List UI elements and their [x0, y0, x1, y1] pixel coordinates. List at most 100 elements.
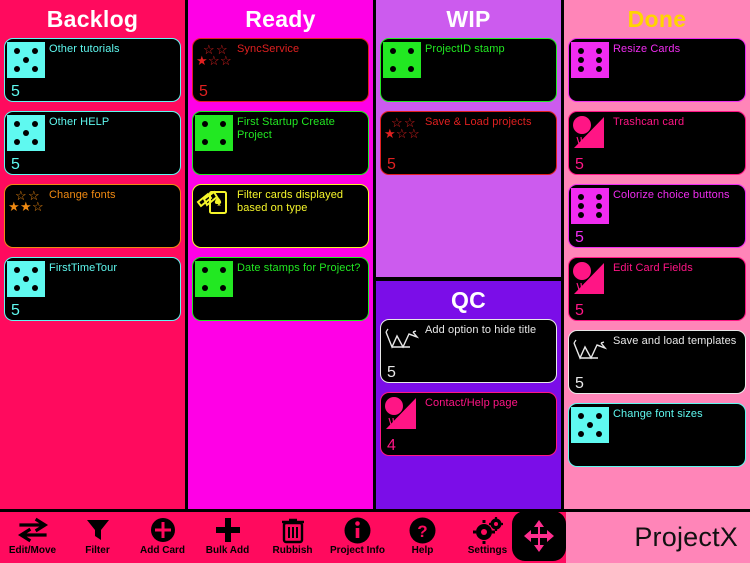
crown-icon	[571, 334, 609, 370]
card-title: ProjectID stamp	[425, 43, 505, 55]
column-ready[interactable]: Ready ☆ ☆ ★ ☆ ☆ SyncService 5 First Startup Crea…	[188, 0, 373, 509]
swap-arrows-icon	[17, 515, 49, 545]
kanban-card[interactable]: Trashcan card 5	[568, 111, 746, 175]
column-cards-qc: Add option to hide title 5 Contact/Help pa…	[376, 319, 561, 509]
card-title: Change font sizes	[613, 408, 703, 420]
trashcan-icon	[571, 115, 609, 151]
kanban-card[interactable]: ☆ ☆ ★ ★ ☆ Change fonts	[4, 184, 181, 248]
funnel-icon	[85, 515, 111, 545]
card-title: SyncService	[237, 43, 300, 55]
kanban-card[interactable]: Edit Card Fields 5	[568, 257, 746, 321]
column-cards-wip: ProjectID stamp ☆ ☆ ★ ☆ ☆ Save & Load projects…	[376, 38, 561, 277]
column-title-done: Done	[627, 5, 687, 32]
card-title: Trashcan card	[613, 116, 685, 128]
priority-stars-icon: ☆ ☆ ★ ★ ☆	[8, 188, 44, 214]
toolbar-label: Bulk Add	[205, 545, 250, 556]
card-title: FirstTimeTour	[49, 262, 118, 274]
svg-text:?: ?	[417, 522, 427, 541]
column-cards-ready: ☆ ☆ ★ ☆ ☆ SyncService 5 First Startup Create Pr…	[188, 38, 373, 509]
kanban-card[interactable]: Add option to hide title 5	[380, 319, 557, 383]
kanban-card[interactable]: ☆ ☆ ★ ☆ ☆ Save & Load projects 5	[380, 111, 557, 175]
plus-circle-icon	[150, 515, 176, 545]
kanban-card[interactable]: FirstTimeTour 5	[4, 257, 181, 321]
toolbar-button-bulk-add[interactable]: Bulk Add	[195, 512, 260, 563]
toolbar-label: Help	[411, 545, 434, 556]
kanban-card[interactable]: Other tutorials 5	[4, 38, 181, 102]
card-count: 5	[387, 364, 396, 381]
card-count: 5	[575, 156, 584, 173]
gears-icon	[472, 515, 503, 545]
toolbar-button-rubbish[interactable]: Rubbish	[260, 512, 325, 563]
card-title: Save & Load projects	[425, 116, 532, 128]
toolbar-button-add-card[interactable]: Add Card	[130, 512, 195, 563]
kanban-card[interactable]: Other HELP 5	[4, 111, 181, 175]
column-qc[interactable]: QC Add option to hide title 5 Contact/Help …	[376, 281, 561, 509]
kanban-card[interactable]: ☆ ☆ ★ ☆ ☆ SyncService 5	[192, 38, 369, 102]
card-title: Other HELP	[49, 116, 110, 128]
card-title: First Startup Create Project	[237, 116, 335, 141]
card-count: 5	[575, 229, 584, 246]
column-title-qc: QC	[450, 286, 487, 313]
card-count: 4	[387, 437, 396, 454]
dice-4-icon	[195, 115, 233, 151]
card-title: Date stamps for Project?	[237, 262, 361, 274]
info-circle-icon	[344, 515, 371, 545]
card-count: 5	[11, 302, 20, 319]
dice-6-icon	[571, 188, 609, 224]
toolbar-label: Rubbish	[272, 545, 313, 556]
toolbar-button-project-info[interactable]: Project Info	[325, 512, 390, 563]
toolbar-label: Add Card	[140, 545, 185, 556]
priority-stars-icon: ☆ ☆ ★ ☆ ☆	[384, 115, 420, 141]
kanban-card[interactable]: Save and load templates 5	[568, 330, 746, 394]
card-title: Change fonts	[49, 189, 116, 201]
dice-5-icon	[7, 115, 45, 151]
card-count: 5	[11, 83, 20, 100]
crown-icon	[383, 323, 421, 359]
toolbar-button-help[interactable]: ? Help	[390, 512, 455, 563]
column-cards-done: Resize Cards Trashcan card 5 Colorize choic…	[564, 38, 750, 509]
trash-icon	[281, 515, 305, 545]
move-handle[interactable]	[512, 511, 566, 561]
card-title: Filter cards displayed based on type	[237, 189, 344, 214]
toolbar-label: Edit/Move	[8, 545, 57, 556]
toolbar-button-filter[interactable]: Filter	[65, 512, 130, 563]
column-wip[interactable]: WIP ProjectID stamp ☆ ☆ ★ ☆ ☆ Save & Load proje…	[376, 0, 561, 277]
kanban-card[interactable]: First Startup Create Project	[192, 111, 369, 175]
column-cards-backlog: Other tutorials 5 Other HELP 5 ☆ ☆ ★ ★ ☆ Change f…	[0, 38, 185, 509]
card-count: 5	[11, 156, 20, 173]
dice-6-icon	[571, 42, 609, 78]
card-count: 5	[575, 302, 584, 319]
plus-icon	[215, 515, 241, 545]
kanban-board: Backlog Other tutorials 5 Other HELP 5 ☆ ☆ ★ ★ ☆ C…	[0, 0, 750, 563]
column-done[interactable]: Done Resize Cards Trashcan card 5 Colorize c…	[564, 0, 750, 509]
column-title-backlog: Backlog	[46, 5, 139, 32]
toolbar-button-settings[interactable]: Settings	[455, 512, 520, 563]
column-title-ready: Ready	[245, 5, 316, 32]
kanban-card[interactable]: ProjectID stamp	[380, 38, 557, 102]
brand-bar: ProjectX	[566, 510, 750, 563]
card-count: 5	[387, 156, 396, 173]
dice-5-icon	[7, 261, 45, 297]
toolbar-button-edit-move[interactable]: Edit/Move	[0, 512, 65, 563]
kanban-card[interactable]: Change font sizes	[568, 403, 746, 467]
card-title: Add option to hide title	[425, 324, 537, 336]
toolbar-label: Filter	[85, 545, 110, 556]
card-title: Other tutorials	[49, 43, 120, 55]
kanban-card[interactable]: Filter cards displayed based on type	[192, 184, 369, 248]
kanban-card[interactable]: Contact/Help page 4	[380, 392, 557, 456]
column-divider	[561, 0, 564, 509]
kanban-card[interactable]: Date stamps for Project?	[192, 257, 369, 321]
trashcan-icon	[383, 396, 421, 432]
dice-4-icon	[383, 42, 421, 78]
column-backlog[interactable]: Backlog Other tutorials 5 Other HELP 5 ☆ ☆ ★ ★ ☆ C…	[0, 0, 185, 509]
question-circle-icon: ?	[409, 515, 436, 545]
card-stack-icon	[195, 188, 233, 224]
toolbar-label: Settings	[467, 545, 508, 556]
card-count: 5	[575, 375, 584, 392]
kanban-card[interactable]: Colorize choice buttons 5	[568, 184, 746, 248]
card-title: Contact/Help page	[425, 397, 518, 409]
priority-stars-icon: ☆ ☆ ★ ☆ ☆	[196, 42, 232, 68]
column-title-wip: WIP	[446, 5, 491, 32]
kanban-card[interactable]: Resize Cards	[568, 38, 746, 102]
column-divider	[373, 0, 376, 509]
